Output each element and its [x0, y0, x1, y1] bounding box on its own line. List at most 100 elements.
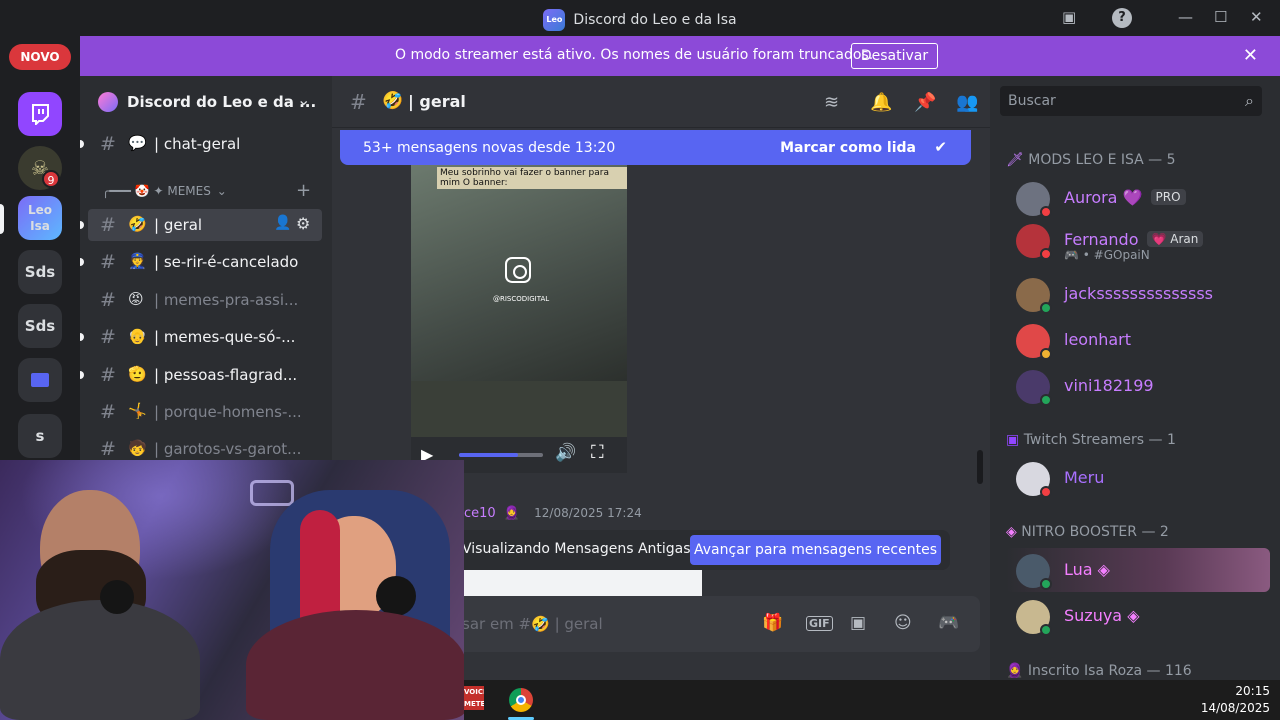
clock-time: 20:15	[1235, 684, 1270, 698]
video-progress[interactable]	[459, 453, 543, 457]
system-clock[interactable]: 20:15 14/08/2025	[1201, 683, 1270, 717]
member-jack[interactable]: jackssssssssssssss	[1006, 272, 1270, 316]
channel-se-rir-e-cancelado[interactable]: # 👮 | se-rir-é-cancelado	[80, 246, 322, 278]
heart-icon: 💜	[1122, 188, 1143, 207]
member-suzuya[interactable]: Suzuya ◈	[1006, 594, 1270, 638]
channel-memes-pra-assi[interactable]: # 😡 | memes-pra-assi...	[88, 284, 322, 316]
search-input[interactable]: Buscar ⌕	[1000, 86, 1262, 116]
channel-label: | memes-pra-assi...	[154, 291, 299, 309]
voicemeeter-icon[interactable]: VOICE METER	[464, 686, 484, 710]
hash-icon: #	[100, 133, 116, 155]
new-messages-bar[interactable]: 53+ mensagens novas desde 13:20 Marcar c…	[340, 130, 971, 165]
old-messages-banner: Visualizando Mensagens Antigas Avançar p…	[442, 530, 950, 570]
category-header[interactable]: ╭━━━ 🤡 ✦ MEMES ⌄	[102, 184, 227, 198]
hash-icon: #	[350, 90, 367, 114]
member-aurora[interactable]: Aurora 💜 PRO	[1006, 176, 1270, 220]
chevron-down-icon[interactable]: ⌄	[297, 90, 310, 109]
status-indicator	[1040, 486, 1052, 498]
boost-icon: ◈	[1127, 606, 1140, 625]
boost-icon: ◈	[1006, 524, 1017, 540]
server-name[interactable]: Discord do Leo e da ...	[127, 93, 316, 111]
scrollbar-thumb[interactable]	[977, 450, 983, 484]
channel-memes-que-so[interactable]: # 👴 | memes-que-só-...	[80, 321, 322, 353]
hash-icon: #	[100, 289, 116, 311]
screen-share-icon[interactable]: ▣	[1062, 8, 1076, 26]
minimize-button[interactable]: —	[1178, 8, 1193, 26]
server-icon-sds-1[interactable]: Sds	[18, 250, 62, 294]
member-fernando[interactable]: Fernando 💗 Aran 🎮 • #GOpaiN	[1006, 218, 1270, 262]
streamer-banner-text: O modo streamer está ativo. Os nomes de …	[395, 47, 874, 63]
close-window-button[interactable]: ✕	[1250, 8, 1263, 26]
member-name: jackssssssssssssss	[1064, 284, 1214, 303]
mark-as-read-button[interactable]: Marcar como lida	[780, 140, 916, 156]
jump-to-present-button[interactable]: Avançar para mensagens recentes	[690, 535, 941, 565]
members-icon[interactable]: 👥	[956, 92, 978, 113]
channel-garotos-vs-garotas[interactable]: # 🧒 | garotos-vs-garot...	[88, 433, 322, 460]
youtube-neon-icon	[250, 480, 294, 506]
clock-date: 14/08/2025	[1200, 701, 1270, 715]
server-icon-sds-2[interactable]: Sds	[18, 304, 62, 348]
hash-icon: #	[100, 251, 116, 273]
invite-user-icon[interactable]: 👤	[274, 215, 291, 231]
chevron-down-icon: ⌄	[216, 184, 227, 198]
channel-label: | memes-que-só-...	[154, 328, 296, 346]
webcam-overlay	[0, 460, 464, 720]
channel-label: | garotos-vs-garot...	[154, 440, 302, 458]
channel-emoji: 💬	[128, 134, 147, 152]
activities-icon[interactable]: 🎮	[938, 613, 959, 633]
message-author[interactable]: ce10	[464, 506, 496, 521]
volume-icon[interactable]: 🔊	[555, 443, 576, 463]
search-icon: ⌕	[1245, 91, 1254, 110]
channel-chat-geral[interactable]: # 💬 | chat-geral	[80, 128, 322, 160]
new-badge[interactable]: NOVO	[9, 44, 71, 70]
video-progress-fill	[459, 453, 518, 457]
server-folder[interactable]	[18, 358, 62, 402]
emoji-icon[interactable]: ☺	[894, 613, 912, 633]
member-lua[interactable]: Lua ◈	[1006, 548, 1270, 592]
message-header: ce10 🧕 12/08/2025 17:24	[464, 506, 642, 521]
bell-icon[interactable]: 🔔	[870, 92, 892, 113]
maximize-button[interactable]: ☐	[1214, 8, 1227, 26]
server-icon-s[interactable]: s	[18, 414, 62, 458]
group-header-twitch: ▣ Twitch Streamers — 1	[1006, 432, 1176, 448]
group-title: MODS LEO E ISA — 5	[1028, 152, 1176, 168]
status-indicator	[1040, 206, 1052, 218]
channel-emoji: 👮	[128, 252, 147, 270]
add-channel-icon[interactable]: +	[296, 180, 311, 201]
group-title: NITRO BOOSTER — 2	[1021, 524, 1169, 540]
server-icon-leo-isa[interactable]: Leo Isa	[18, 196, 62, 240]
status-indicator	[1040, 394, 1052, 406]
fullscreen-icon[interactable]: ⛶	[591, 442, 604, 463]
gear-icon[interactable]: ⚙	[296, 214, 310, 233]
hash-icon: #	[100, 326, 116, 348]
sticker-icon[interactable]: ▣	[850, 613, 866, 633]
streamer-mode-banner: O modo streamer está ativo. Os nomes de …	[80, 36, 1280, 76]
threads-icon[interactable]: ≋	[824, 92, 839, 113]
status-indicator	[1040, 624, 1052, 636]
server-rail: NOVO ☠ 9 Leo Isa Sds Sds s	[0, 36, 80, 460]
member-leonhart[interactable]: leonhart	[1006, 318, 1270, 362]
channel-label: | geral	[154, 216, 203, 234]
gift-icon[interactable]: 🎁	[762, 613, 783, 633]
member-activity: 🎮 • #GOpaiN	[1064, 248, 1150, 262]
member-name: Lua ◈	[1064, 560, 1110, 579]
window-title: Leo Discord do Leo e da Isa	[0, 9, 1280, 31]
channel-porque-homens[interactable]: # 🤸 | porque-homens-...	[88, 396, 322, 428]
message-attachment	[462, 570, 702, 596]
twitch-server-icon[interactable]	[18, 92, 62, 136]
close-banner-icon[interactable]: ✕	[1243, 45, 1258, 66]
channel-pessoas-flagrad[interactable]: # 🫡 | pessoas-flagrad...	[80, 359, 322, 391]
help-icon[interactable]: ?	[1112, 8, 1132, 28]
chrome-icon[interactable]	[509, 688, 533, 712]
hash-icon: #	[100, 438, 116, 460]
member-meru[interactable]: Meru	[1006, 456, 1270, 500]
video-embed[interactable]: Meu sobrinho vai fazer o banner para mim…	[411, 165, 627, 473]
channel-geral[interactable]: # 🤣 | geral 👤 ⚙	[80, 209, 322, 241]
status-indicator	[1040, 248, 1052, 260]
pin-icon[interactable]: 📌	[914, 92, 936, 113]
unread-indicator	[80, 371, 84, 379]
gif-icon[interactable]: GIF	[806, 616, 833, 631]
disable-streamer-button[interactable]: Desativar	[851, 43, 938, 69]
message-composer[interactable]: sar em #🤣 | geral 🎁 GIF ▣ ☺ 🎮	[442, 596, 980, 652]
member-vini[interactable]: vini182199	[1006, 364, 1270, 408]
